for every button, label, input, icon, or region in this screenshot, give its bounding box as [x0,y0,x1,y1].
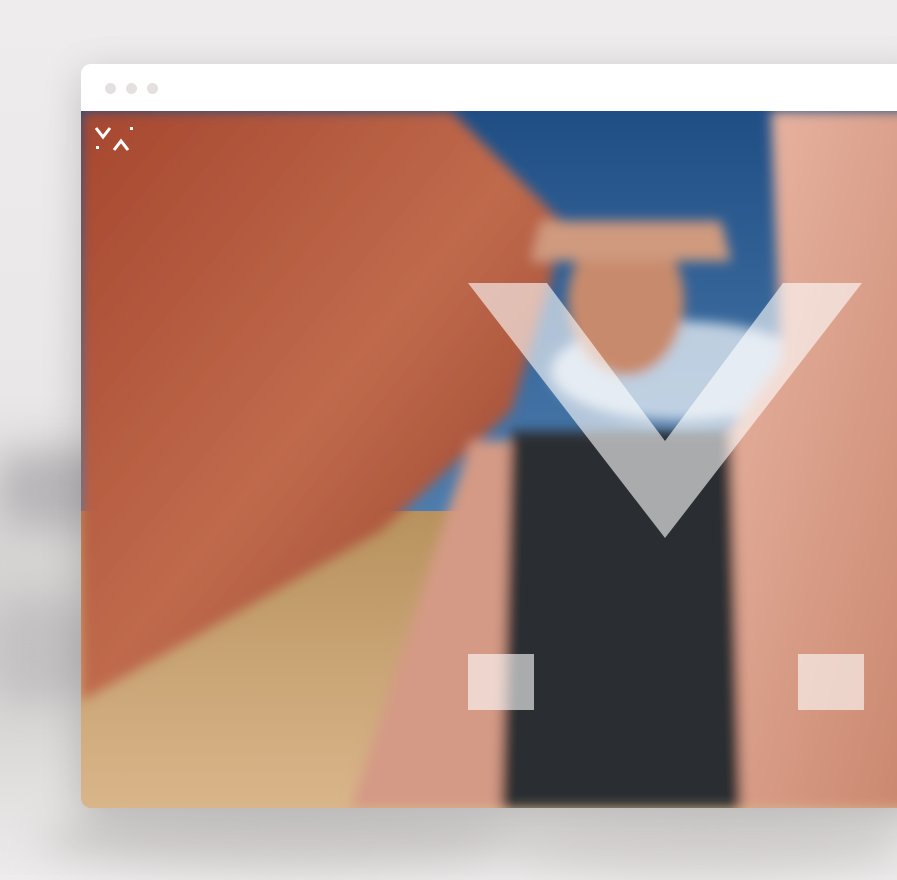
window-dot-3[interactable] [147,83,158,94]
square-shape-left [468,654,534,710]
browser-titlebar [81,64,897,111]
browser-window [81,64,897,808]
square-shape-right [798,654,864,710]
hero-photo [81,111,897,808]
brand-logo-icon [94,127,133,151]
brand-overlay [94,127,864,710]
window-dot-1[interactable] [105,83,116,94]
v-shape-icon [468,283,862,538]
window-dot-2[interactable] [126,83,137,94]
